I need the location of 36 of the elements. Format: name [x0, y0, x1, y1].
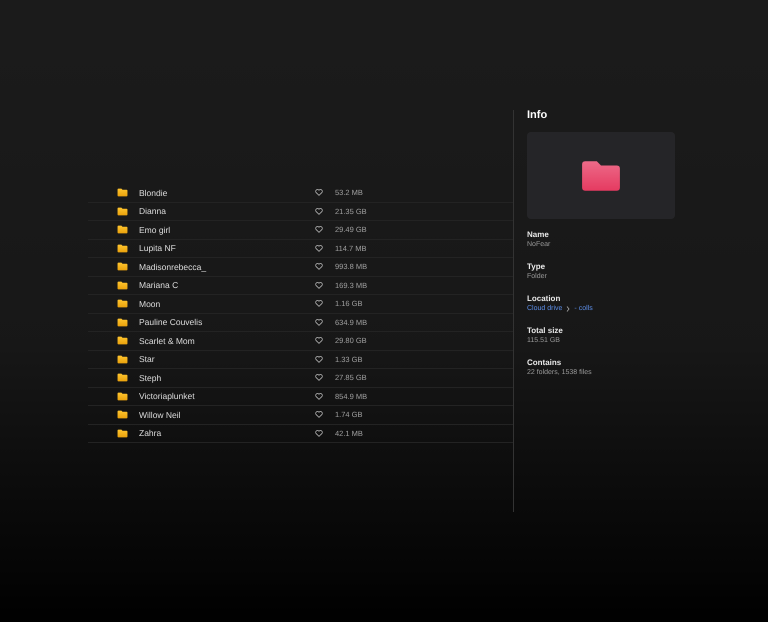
folder-name[interactable]: Blondie [139, 188, 315, 198]
field-label: Location [527, 293, 562, 304]
field-label: Contains [527, 357, 562, 368]
folder-icon [117, 428, 128, 438]
folder-name[interactable]: Mariana C [139, 280, 315, 290]
field-label: Type [527, 261, 546, 272]
folder-icon [117, 299, 128, 308]
chevron-icon [566, 306, 570, 312]
folder-name[interactable]: Steph [139, 372, 315, 383]
folder-icon [117, 410, 128, 420]
folder-name[interactable]: Pauline Couvelis [139, 317, 315, 328]
folder-name[interactable]: Lupita NF [139, 243, 315, 254]
folder-name[interactable]: Moon [139, 298, 315, 309]
folder-name[interactable]: Star [139, 354, 315, 364]
folder-icon [117, 225, 128, 234]
folder-icon [117, 354, 128, 364]
folder-icon [117, 373, 128, 382]
panel-title: Info [527, 110, 548, 120]
folder-name[interactable]: Victoriaplunket [139, 391, 315, 402]
folder-icon [117, 244, 128, 253]
folder-icon [117, 280, 128, 290]
folder-name[interactable]: Madisonrebecca_ [139, 262, 315, 272]
folder-name[interactable]: Dianna [139, 206, 315, 216]
folder-icon [117, 262, 128, 272]
folder-icon [117, 336, 128, 346]
folder-preview-icon [580, 158, 622, 192]
field-label: Total size [527, 325, 564, 336]
folder-icon [117, 206, 128, 216]
folder-name[interactable]: Zahra [139, 428, 315, 438]
folder-name[interactable]: Scarlet & Mom [139, 336, 315, 346]
folder-name[interactable]: Willow Neil [139, 410, 315, 420]
folder-icon [117, 392, 128, 401]
folder-icon [117, 318, 128, 327]
field-label: Name [527, 229, 550, 240]
folder-name[interactable]: Emo girl [139, 224, 315, 235]
folder-icon [117, 188, 128, 198]
